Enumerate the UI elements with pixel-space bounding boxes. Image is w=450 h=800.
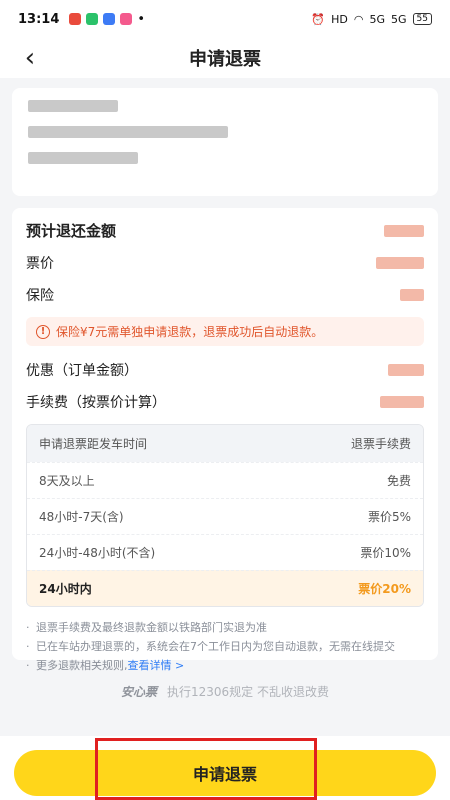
fee-value: 票价5%	[367, 510, 411, 524]
estimated-refund-row: 预计退还金额	[26, 220, 424, 241]
redacted-amount	[400, 289, 424, 301]
redacted-amount	[388, 364, 424, 376]
view-details-link[interactable]: 查看详情 >	[128, 659, 185, 672]
redacted-amount	[380, 396, 424, 408]
ticket-train-row	[28, 100, 422, 112]
discount-row: 优惠（订单金额）	[26, 360, 424, 380]
refund-fee-table: 申请退票距发车时间 退票手续费 8天及以上 免费 48小时-7天(含) 票价5%…	[26, 424, 424, 607]
insurance-notice: ! 保险¥7元需单独申请退款，退票成功后自动退款。	[26, 317, 424, 346]
fee-row: 手续费（按票价计算）	[26, 392, 424, 412]
ticket-time-row	[28, 126, 422, 138]
back-icon[interactable]: ‹	[18, 43, 42, 73]
assurance-text: 执行12306规定 不乱收退改费	[167, 685, 329, 699]
app-notification-icon	[69, 13, 82, 25]
wechat-icon	[86, 13, 99, 25]
redacted-amount	[376, 257, 424, 269]
refund-detail-card: 预计退还金额 票价 保险 ! 保险¥7元需单独申请退款，退票成功后自动退款。 优…	[12, 208, 438, 674]
insurance-label: 保险	[26, 288, 54, 304]
status-bar: 13:14 • ⏰ HD ◠ 5G 5G 55	[0, 0, 450, 38]
fee-label: 手续费（按票价计算）	[26, 395, 166, 411]
redacted-text	[28, 126, 228, 138]
nav-bar: ‹ 申请退票	[0, 38, 450, 78]
alarm-icon: ⏰	[311, 12, 326, 26]
assurance-brand: 安心票	[120, 685, 157, 699]
dot-icon: •	[137, 11, 146, 27]
assurance-footer: 安心票 执行12306规定 不乱收退改费	[0, 683, 450, 700]
redacted-text	[28, 100, 118, 112]
fee-time: 8天及以上	[39, 474, 95, 488]
table-row: 8天及以上 免费	[27, 462, 423, 498]
fee-time: 48小时-7天(含)	[39, 510, 124, 524]
ticket-price-row: 票价	[26, 253, 424, 273]
apply-refund-button[interactable]: 申请退票	[14, 750, 436, 796]
battery-icon: 55	[412, 13, 432, 25]
redacted-text	[28, 152, 138, 164]
status-time: 13:14	[18, 11, 60, 27]
ticket-info-card	[12, 88, 438, 196]
redacted-amount	[384, 224, 424, 237]
refund-notes: 退票手续费及最终退款金额以铁路部门实退为准 已在车站办理退票的，系统会在7个工作…	[26, 619, 424, 674]
fee-value: 票价10%	[360, 546, 411, 560]
fee-table-header-time: 申请退票距发车时间	[39, 437, 148, 451]
table-row: 48小时-7天(含) 票价5%	[27, 498, 423, 534]
note-item: 已在车站办理退票的，系统会在7个工作日内为您自动退款，无需在线提交	[26, 638, 424, 655]
table-row: 24小时-48小时(不含) 票价10%	[27, 534, 423, 570]
ticket-passenger-row	[28, 152, 422, 164]
insurance-notice-text: 保险¥7元需单独申请退款，退票成功后自动退款。	[56, 325, 324, 339]
fee-table-header-fee: 退票手续费	[350, 437, 411, 451]
table-row-current: 24小时内 票价20%	[27, 570, 423, 606]
fee-value: 票价20%	[358, 582, 411, 596]
app-notification-icon	[103, 13, 116, 25]
note-item: 更多退款相关规则,查看详情 >	[26, 657, 424, 674]
note-item: 退票手续费及最终退款金额以铁路部门实退为准	[26, 619, 424, 636]
warning-icon: !	[36, 324, 50, 339]
estimated-refund-label: 预计退还金额	[26, 222, 117, 240]
discount-label: 优惠（订单金额）	[26, 363, 138, 379]
fee-value: 免费	[386, 474, 411, 488]
page-title: 申请退票	[189, 49, 261, 70]
wifi-icon: ◠	[353, 12, 364, 26]
notification-icons: •	[69, 12, 145, 27]
note-text: 更多退款相关规则,	[36, 659, 128, 673]
status-indicators: ⏰ HD ◠ 5G 5G 55	[311, 13, 432, 26]
insurance-row: 保险	[26, 285, 424, 305]
network-label: HD	[331, 12, 348, 26]
signal-label-1: 5G	[369, 12, 386, 26]
signal-label-2: 5G	[391, 12, 407, 26]
app-notification-icon	[120, 13, 133, 25]
fee-time: 24小时-48小时(不含)	[39, 546, 156, 560]
fee-table-header: 申请退票距发车时间 退票手续费	[27, 425, 423, 462]
ticket-price-label: 票价	[26, 256, 54, 272]
fee-time: 24小时内	[39, 582, 92, 596]
